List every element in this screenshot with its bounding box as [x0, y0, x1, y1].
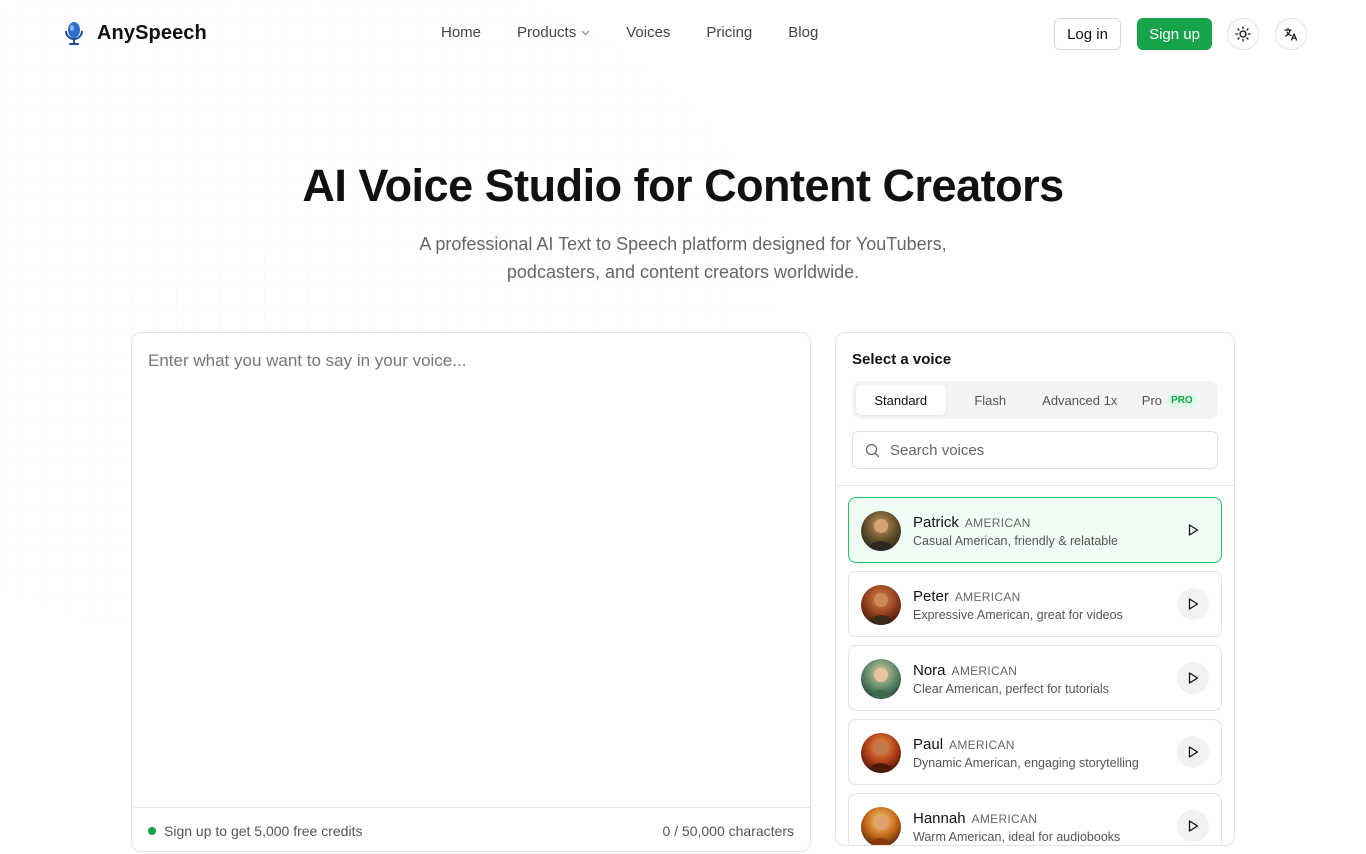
site-header: AnySpeech Home Products Voices Pricing B… [0, 0, 1366, 68]
avatar [861, 511, 901, 551]
hero-title: AI Voice Studio for Content Creators [302, 160, 1064, 211]
voice-list: Patrick AMERICAN Casual American, friendl… [848, 497, 1222, 845]
chevron-down-icon [581, 30, 590, 35]
voice-search-input[interactable] [890, 441, 1205, 459]
nav-blog[interactable]: Blog [788, 24, 818, 41]
editor-footer: Sign up to get 5,000 free credits 0 / 50… [132, 807, 810, 851]
voice-accent: AMERICAN [971, 812, 1038, 826]
voice-panel-title: Select a voice [852, 351, 952, 368]
play-icon [1188, 746, 1199, 758]
theme-toggle-button[interactable] [1227, 18, 1259, 50]
voice-card-paul[interactable]: Paul AMERICAN Dynamic American, engaging … [848, 719, 1222, 785]
char-counter: 0 / 50,000 characters [662, 822, 794, 839]
signup-button[interactable]: Sign up [1137, 18, 1212, 50]
play-preview-button[interactable] [1177, 810, 1209, 842]
voice-card-patrick[interactable]: Patrick AMERICAN Casual American, friendl… [848, 497, 1222, 563]
voice-accent: AMERICAN [964, 516, 1031, 530]
pro-badge: PRO [1167, 393, 1197, 407]
play-icon [1188, 672, 1199, 684]
voice-name-row: Nora AMERICAN [913, 662, 1017, 679]
tab-flash[interactable]: Flash [946, 385, 1036, 415]
voice-card-hannah[interactable]: Hannah AMERICAN Warm American, ideal for … [848, 793, 1222, 845]
translate-icon [1284, 27, 1298, 41]
nav-pricing[interactable]: Pricing [706, 24, 752, 41]
voice-card-peter[interactable]: Peter AMERICAN Expressive American, great… [848, 571, 1222, 637]
tab-standard[interactable]: Standard [856, 385, 946, 415]
search-icon [865, 443, 880, 457]
login-button[interactable]: Log in [1054, 18, 1121, 50]
main-nav: Home Products Voices Pricing Blog [441, 24, 818, 41]
voice-name-row: Hannah AMERICAN [913, 810, 1037, 827]
voice-selector-panel: Select a voice Standard Flash Advanced 1… [835, 332, 1235, 846]
script-textarea[interactable] [132, 333, 810, 807]
voice-search [852, 431, 1218, 469]
play-preview-button[interactable] [1177, 662, 1209, 694]
sun-icon [1235, 26, 1251, 42]
voice-description: Warm American, ideal for audiobooks [913, 830, 1121, 844]
nav-home[interactable]: Home [441, 24, 481, 41]
brand[interactable]: AnySpeech [63, 20, 207, 46]
voice-name-row: Paul AMERICAN [913, 736, 1015, 753]
voice-name: Peter [913, 588, 949, 605]
voice-tier-tabs: Standard Flash Advanced 1x Pro PRO [852, 381, 1218, 419]
credits-note-text: Sign up to get 5,000 free credits [164, 822, 363, 839]
voice-description: Dynamic American, engaging storytelling [913, 756, 1139, 770]
play-preview-button[interactable] [1177, 736, 1209, 768]
panel-divider [836, 485, 1234, 486]
voice-accent: AMERICAN [949, 738, 1015, 752]
voice-card-nora[interactable]: Nora AMERICAN Clear American, perfect for… [848, 645, 1222, 711]
play-icon [1188, 820, 1199, 832]
hero-subtitle: A professional AI Text to Speech platfor… [419, 234, 947, 282]
brand-name: AnySpeech [97, 21, 207, 44]
credits-note: Sign up to get 5,000 free credits [148, 823, 362, 839]
voice-description: Casual American, friendly & relatable [913, 534, 1118, 548]
avatar [861, 807, 901, 845]
play-preview-button[interactable] [1177, 588, 1209, 620]
nav-products-label: Products [517, 24, 577, 41]
voice-accent: AMERICAN [951, 664, 1018, 678]
play-preview-button[interactable] [1177, 514, 1209, 546]
tab-pro[interactable]: Pro PRO [1125, 385, 1215, 415]
avatar [861, 659, 901, 699]
voice-name: Hannah [913, 810, 966, 827]
voice-accent: AMERICAN [954, 590, 1021, 604]
microphone-logo-icon [65, 22, 83, 45]
tab-pro-label: Pro [1141, 392, 1163, 408]
voice-description: Clear American, perfect for tutorials [913, 682, 1109, 696]
voice-description: Expressive American, great for videos [913, 608, 1123, 622]
language-button[interactable] [1275, 18, 1307, 50]
avatar [861, 733, 901, 773]
voice-name: Patrick [913, 514, 959, 531]
avatar [861, 585, 901, 625]
status-dot-icon [148, 826, 156, 835]
nav-voices[interactable]: Voices [626, 24, 670, 41]
nav-products[interactable]: Products [517, 24, 590, 41]
play-icon [1188, 598, 1199, 610]
text-editor-card: Sign up to get 5,000 free credits 0 / 50… [131, 332, 811, 852]
voice-name: Nora [913, 662, 946, 679]
voice-name-row: Peter AMERICAN [913, 588, 1021, 605]
voice-name-row: Patrick AMERICAN [913, 514, 1031, 531]
voice-name: Paul [913, 736, 944, 753]
tab-advanced[interactable]: Advanced 1x [1035, 385, 1125, 415]
play-icon [1188, 524, 1199, 536]
